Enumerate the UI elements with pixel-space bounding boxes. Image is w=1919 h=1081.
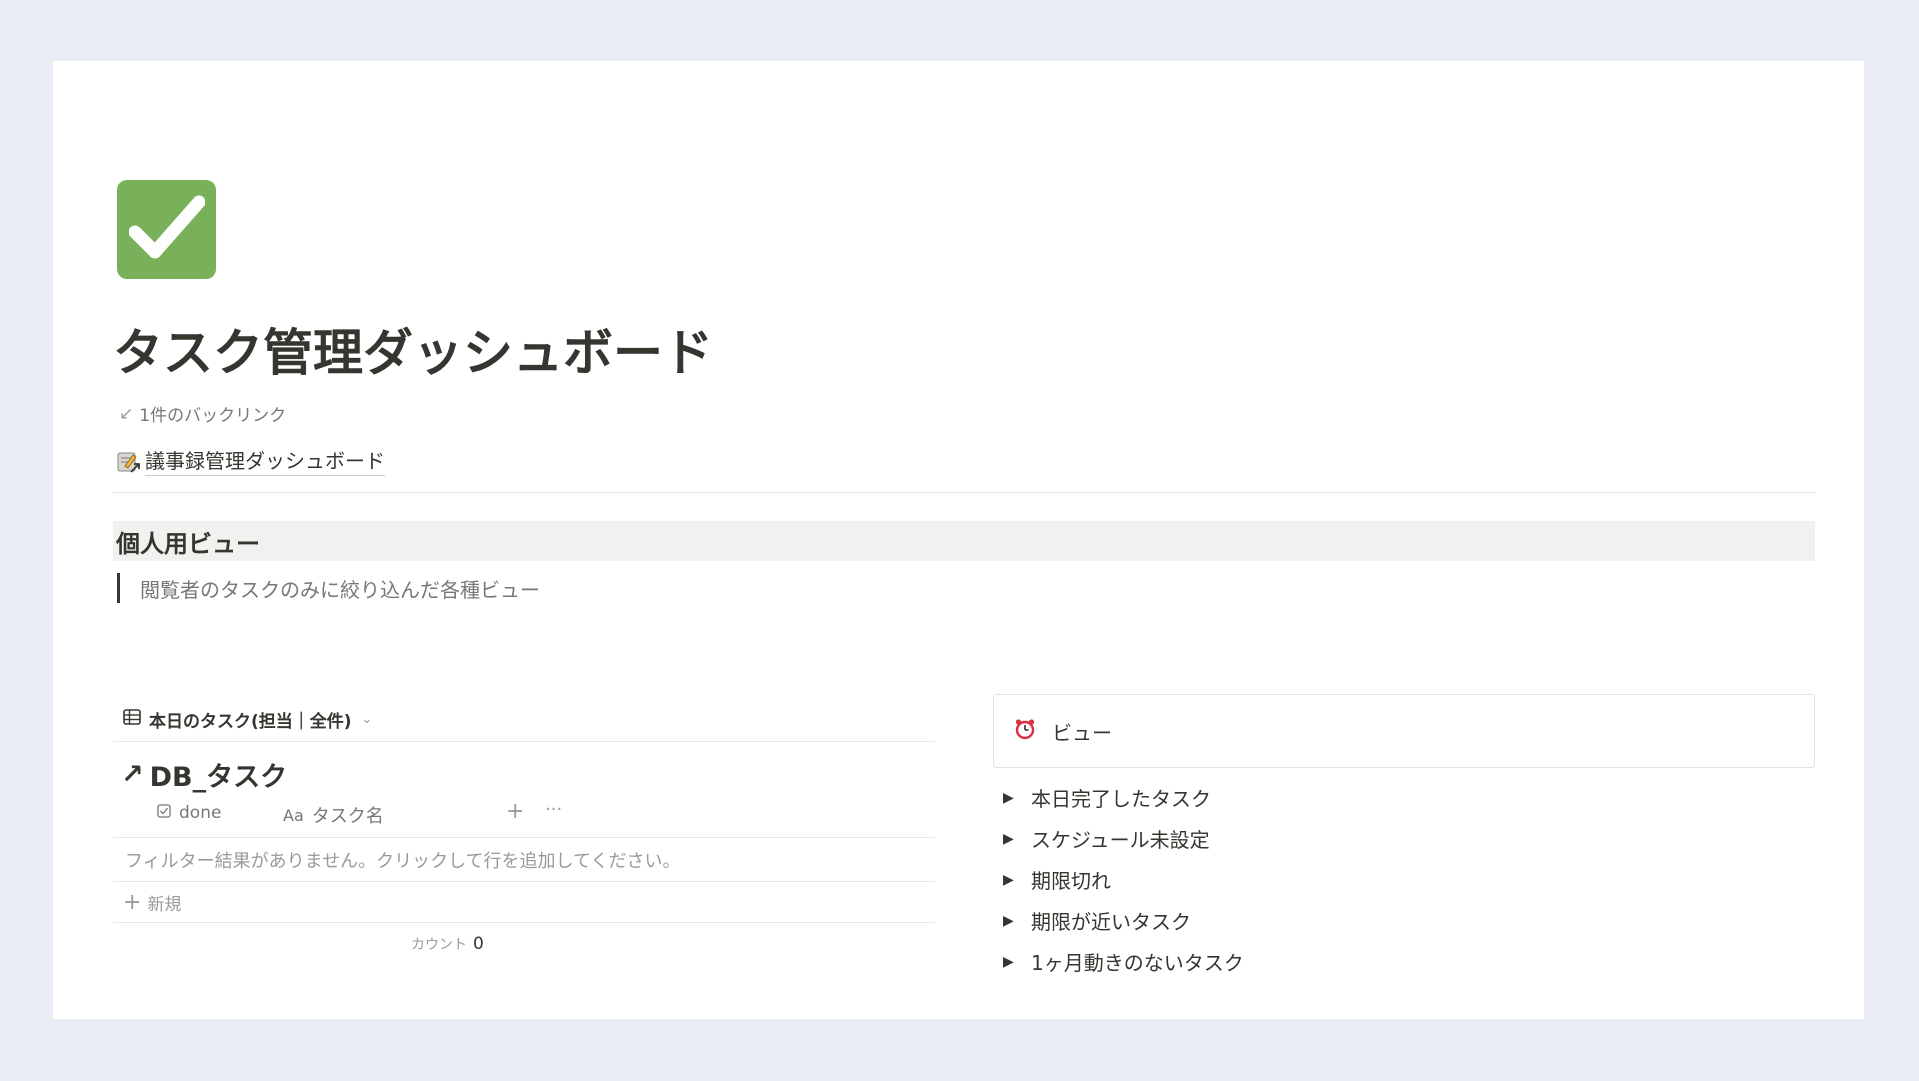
memo-link-icon — [117, 450, 140, 473]
plus-icon: + — [123, 889, 142, 915]
section-quote[interactable]: 閲覧者のタスクのみに絞り込んだ各種ビュー — [117, 573, 540, 603]
section-heading[interactable]: 個人用ビュー — [113, 521, 1815, 561]
toggle-label: 期限が近いタスク — [1031, 910, 1191, 934]
backlinks-label: 1件のバックリンク — [139, 406, 287, 426]
check-mark-button-icon[interactable] — [117, 180, 216, 279]
toggle-item[interactable]: ▶ 期限切れ — [993, 859, 1815, 900]
toggle-item[interactable]: ▶ 1ヶ月動きのないタスク — [993, 941, 1815, 982]
header-divider — [113, 837, 935, 838]
triangle-right-icon[interactable]: ▶ — [993, 913, 1031, 929]
database-title-label: DB_タスク — [149, 762, 288, 793]
backlinks-link[interactable]: ↙ 1件のバックリンク — [119, 401, 287, 427]
toggle-item[interactable]: ▶ 本日完了したタスク — [993, 777, 1815, 818]
triangle-right-icon[interactable]: ▶ — [993, 872, 1031, 888]
table-header: done Aa タスク名 + ··· — [113, 797, 935, 831]
column-header-name[interactable]: Aa タスク名 — [283, 802, 384, 828]
triangle-right-icon[interactable]: ▶ — [993, 954, 1031, 970]
add-property-icon[interactable]: + — [506, 799, 524, 824]
check-mark-glyph — [129, 195, 205, 259]
toggle-label: スケジュール未設定 — [1031, 828, 1210, 852]
callout-label: ビュー — [1052, 720, 1112, 745]
linked-page-link[interactable]: 議事録管理ダッシュボード — [117, 445, 385, 476]
callout-block[interactable]: ビュー — [993, 694, 1815, 768]
column-header-done-label: done — [179, 803, 222, 823]
toggle-label: 本日完了したタスク — [1031, 787, 1211, 811]
page-canvas: タスク管理ダッシュボード ↙ 1件のバックリンク 議事録管理ダッシュボード 個人… — [53, 61, 1864, 1019]
toggle-item[interactable]: ▶ スケジュール未設定 — [993, 818, 1815, 859]
new-row-divider — [113, 922, 935, 923]
arrow-down-left-icon: ↙ — [119, 403, 134, 424]
triangle-right-icon[interactable]: ▶ — [993, 790, 1031, 806]
row-count[interactable]: カウント 0 — [411, 934, 484, 954]
table-icon — [123, 709, 141, 730]
new-row-label: 新規 — [147, 895, 182, 915]
triangle-right-icon[interactable]: ▶ — [993, 831, 1031, 847]
toggle-item[interactable]: ▶ 期限が近いタスク — [993, 900, 1815, 941]
column-header-name-label: タスク名 — [311, 806, 384, 827]
database-view-tab[interactable]: 本日のタスク(担当｜全件) ⌄ — [123, 707, 372, 732]
linked-page-label: 議事録管理ダッシュボード — [145, 445, 385, 476]
column-header-done[interactable]: done — [157, 803, 221, 823]
divider — [113, 492, 1815, 493]
database-title[interactable]: ↗ DB_タスク — [121, 755, 287, 794]
title-property-icon: Aa — [283, 805, 304, 825]
toggle-list: ▶ 本日完了したタスク ▶ スケジュール未設定 ▶ 期限切れ ▶ 期限が近いタス… — [993, 777, 1815, 982]
add-new-row-button[interactable]: + 新規 — [123, 890, 181, 915]
checkbox-property-icon — [157, 803, 171, 823]
arrow-up-right-icon: ↗ — [121, 759, 144, 790]
chevron-down-icon: ⌄ — [361, 712, 373, 727]
view-tab-label: 本日のタスク(担当｜全件) — [149, 712, 352, 732]
count-label: カウント — [411, 937, 467, 953]
view-tab-divider — [113, 741, 935, 742]
alarm-clock-icon — [1014, 718, 1036, 745]
toggle-label: 期限切れ — [1031, 869, 1111, 893]
empty-row-divider — [113, 881, 935, 882]
more-options-icon[interactable]: ··· — [545, 799, 562, 820]
toggle-label: 1ヶ月動きのないタスク — [1031, 951, 1244, 975]
empty-state-message[interactable]: フィルター結果がありません。クリックして行を追加してください。 — [125, 847, 680, 873]
count-value: 0 — [473, 934, 484, 954]
page-title[interactable]: タスク管理ダッシュボード — [113, 326, 713, 381]
